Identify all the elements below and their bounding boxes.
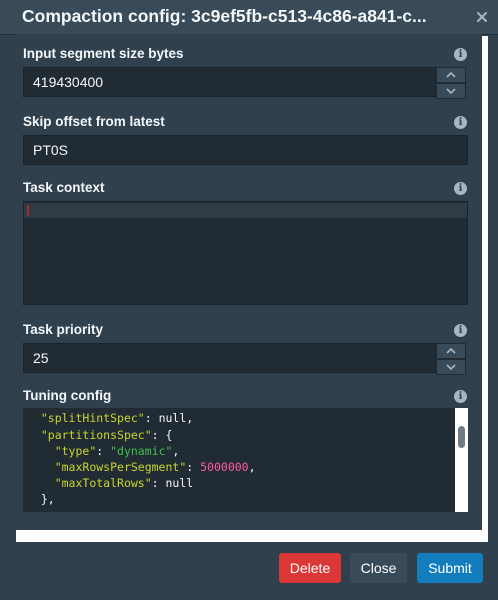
input-segment-size-label: Input segment size bytes (23, 46, 184, 61)
info-icon[interactable]: i (454, 182, 467, 195)
chevron-down-icon (446, 364, 456, 371)
delete-button[interactable]: Delete (279, 553, 341, 583)
tuning-config-label: Tuning config (23, 388, 112, 403)
code-line: "partitionsSpec": { (40, 428, 173, 442)
info-icon[interactable]: i (454, 48, 467, 61)
submit-button[interactable]: Submit (417, 553, 483, 583)
editor-cursor (27, 205, 29, 216)
code-line: "maxTotalRows": null (54, 476, 194, 490)
dialog-footer: Delete Close Submit (0, 542, 498, 600)
task-priority-label: Task priority (23, 322, 104, 337)
task-priority-stepper (436, 343, 466, 375)
task-context-label: Task context (23, 180, 105, 195)
close-icon[interactable] (470, 6, 494, 28)
dialog-title: Compaction config: 3c9ef5fb-c513-4c86-a8… (22, 6, 427, 26)
editor-scrollbar[interactable] (455, 408, 468, 512)
input-segment-size-input[interactable]: 419430400 (23, 67, 455, 97)
chevron-down-icon (446, 88, 456, 95)
decrement-button[interactable] (436, 83, 466, 99)
skip-offset-label: Skip offset from latest (23, 114, 165, 129)
editor-scrollbar-thumb[interactable] (458, 426, 465, 448)
code-line: "splitHintSpec": null, (40, 411, 194, 425)
code-line: "maxRowsPerSegment": 5000000, (54, 460, 256, 474)
code-line: "type": "dynamic", (54, 444, 180, 458)
task-priority-input[interactable]: 25 (23, 343, 455, 373)
increment-button[interactable] (436, 343, 466, 359)
chevron-up-icon (446, 71, 456, 78)
task-context-editor[interactable] (23, 201, 468, 305)
editor-active-line (24, 203, 467, 218)
input-segment-size-stepper (436, 67, 466, 99)
dialog-header: Compaction config: 3c9ef5fb-c513-4c86-a8… (0, 0, 498, 34)
skip-offset-input[interactable]: PT0S (23, 135, 468, 165)
info-icon[interactable]: i (454, 116, 467, 129)
info-icon[interactable]: i (454, 390, 467, 403)
close-button[interactable]: Close (350, 553, 407, 583)
code-line: }, (40, 492, 55, 506)
tuning-config-editor[interactable]: "splitHintSpec": null, "partitionsSpec":… (23, 408, 468, 512)
increment-button[interactable] (436, 67, 466, 83)
info-icon[interactable]: i (454, 324, 467, 337)
compaction-config-dialog: Compaction config: 3c9ef5fb-c513-4c86-a8… (0, 0, 498, 600)
dialog-body-bottom-edge (16, 530, 488, 542)
decrement-button[interactable] (436, 359, 466, 375)
chevron-up-icon (446, 347, 456, 354)
dialog-body: Input segment size bytes i 419430400 Ski… (16, 34, 482, 542)
